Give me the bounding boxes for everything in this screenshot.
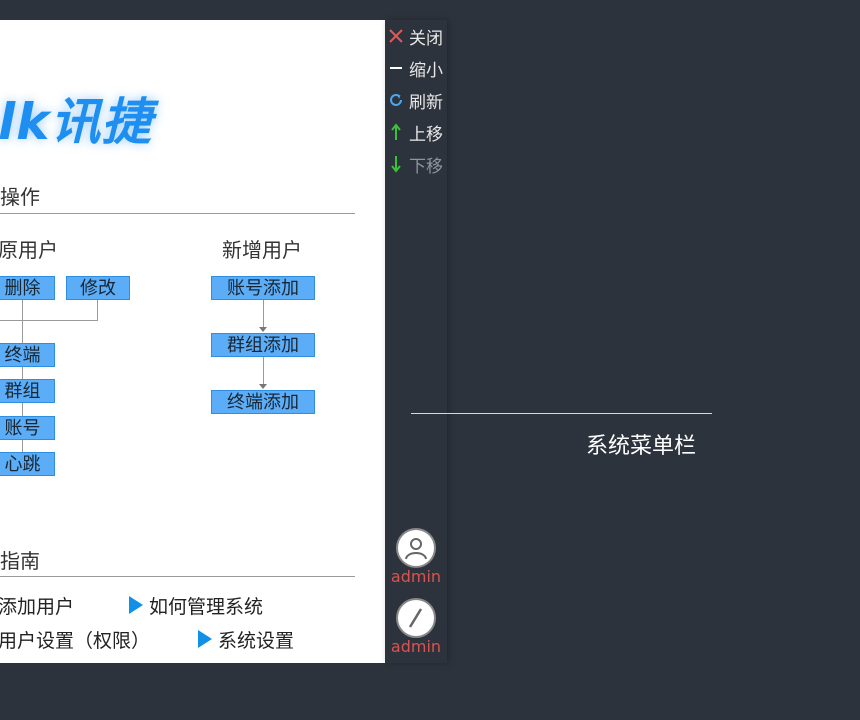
heartbeat-button[interactable]: 心跳: [0, 452, 55, 476]
user-edit[interactable]: admin: [385, 598, 447, 656]
guide-link-manage-system[interactable]: 如何管理系统: [129, 592, 263, 619]
guide-section-title: 指南: [0, 549, 40, 573]
refresh-icon: [385, 92, 407, 108]
menu-move-down[interactable]: 下移: [385, 151, 447, 177]
edit-button[interactable]: 修改: [66, 276, 130, 300]
pen-icon: [396, 598, 436, 638]
guide-link-manage-system-label: 如何管理系统: [149, 596, 264, 618]
guide-link-user-settings-label: 用户设置（权限）: [0, 630, 151, 652]
right-flow-line-2: [263, 357, 264, 385]
user-name: admin: [390, 567, 442, 586]
arrow-up-icon: [385, 123, 407, 141]
right-flow-arrow-2: [259, 384, 267, 389]
app-logo: lk讯捷: [0, 93, 153, 151]
menu-refresh[interactable]: 刷新: [385, 87, 447, 113]
right-flow-line-1: [263, 300, 264, 328]
play-triangle-icon: [198, 630, 212, 648]
minimize-icon: [385, 61, 407, 75]
terminal-button[interactable]: 终端: [0, 343, 55, 367]
play-triangle-icon: [129, 596, 143, 614]
menu-refresh-label: 刷新: [409, 92, 443, 113]
delete-button[interactable]: 删除: [0, 276, 55, 300]
menu-minimize-label: 缩小: [409, 60, 443, 81]
guide-divider: [0, 576, 355, 577]
operations-divider: [0, 213, 355, 214]
menu-minimize[interactable]: 缩小: [385, 55, 447, 81]
add-terminal-button[interactable]: 终端添加: [211, 390, 315, 414]
system-menu-sidebar: 关闭 缩小 刷新 上移 下移 admin admin: [385, 20, 447, 663]
menu-move-up[interactable]: 上移: [385, 119, 447, 145]
user-edit-name: admin: [390, 637, 442, 656]
group-button[interactable]: 群组: [0, 379, 55, 403]
user-avatar-icon: [396, 528, 436, 568]
existing-users-title: 原用户: [0, 238, 58, 262]
add-account-button[interactable]: 账号添加: [211, 276, 315, 300]
menu-move-down-label: 下移: [409, 156, 443, 177]
annotation-label: 系统菜单栏: [586, 434, 697, 459]
menu-move-up-label: 上移: [409, 124, 443, 145]
guide-link-user-settings[interactable]: 用户设置（权限）: [0, 626, 150, 653]
new-users-title: 新增用户: [222, 238, 302, 262]
guide-link-system-settings[interactable]: 系统设置: [198, 626, 294, 653]
guide-link-add-user[interactable]: 添加用户: [0, 592, 74, 619]
main-panel: lk讯捷 操作 原用户 新增用户 删除 修改 终端 群组 账号 心跳 账号添加 …: [0, 20, 385, 663]
operations-section-title: 操作: [0, 185, 40, 209]
menu-close-label: 关闭: [409, 28, 443, 49]
right-flow-arrow-1: [259, 327, 267, 332]
arrow-down-icon: [385, 155, 407, 173]
menu-close[interactable]: 关闭: [385, 23, 447, 49]
edit-connector-line: [97, 300, 98, 321]
add-group-button[interactable]: 群组添加: [211, 333, 315, 357]
annotation-line: [411, 413, 712, 414]
close-icon: [385, 29, 407, 43]
account-button[interactable]: 账号: [0, 416, 55, 440]
left-flow-horizontal-line: [0, 320, 98, 321]
user-profile[interactable]: admin: [385, 528, 447, 586]
guide-link-add-user-label: 添加用户: [0, 596, 75, 618]
guide-link-system-settings-label: 系统设置: [218, 630, 295, 652]
